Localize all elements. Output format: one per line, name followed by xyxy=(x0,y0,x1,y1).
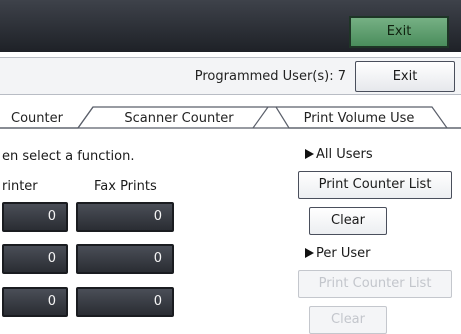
tab-print-volume-use[interactable]: Print Volume Use xyxy=(280,108,438,130)
all-users-label: All Users xyxy=(316,147,373,162)
fax-count-field[interactable]: 0 xyxy=(76,244,174,274)
clear-button[interactable]: Clear xyxy=(309,207,387,235)
exit-button-top[interactable]: Exit xyxy=(349,16,449,48)
tab-counter[interactable]: Counter xyxy=(0,108,74,130)
tab-scanner-counter[interactable]: Scanner Counter xyxy=(99,108,259,130)
instruction-text: en select a function. xyxy=(2,149,135,164)
printer-count-field[interactable]: 0 xyxy=(2,244,68,274)
triangle-right-icon xyxy=(305,248,314,258)
programmed-users-count: Programmed User(s): 7 xyxy=(194,69,346,84)
printer-count-field[interactable]: 0 xyxy=(2,202,68,232)
fax-count-field[interactable]: 0 xyxy=(76,202,174,232)
exit-button[interactable]: Exit xyxy=(355,61,455,92)
all-users-heading: All Users xyxy=(305,146,373,164)
column-header-fax-prints: Fax Prints xyxy=(94,179,157,194)
triangle-right-icon xyxy=(305,149,314,159)
per-user-heading: Per User xyxy=(305,245,370,263)
column-header-printer: rinter xyxy=(2,179,38,194)
per-user-print-counter-list-button[interactable]: Print Counter List xyxy=(298,270,452,298)
printer-count-field[interactable]: 0 xyxy=(2,287,68,317)
print-counter-list-button[interactable]: Print Counter List xyxy=(298,171,452,199)
per-user-label: Per User xyxy=(316,246,371,261)
fax-count-field[interactable]: 0 xyxy=(76,287,174,317)
per-user-clear-button[interactable]: Clear xyxy=(309,306,387,334)
